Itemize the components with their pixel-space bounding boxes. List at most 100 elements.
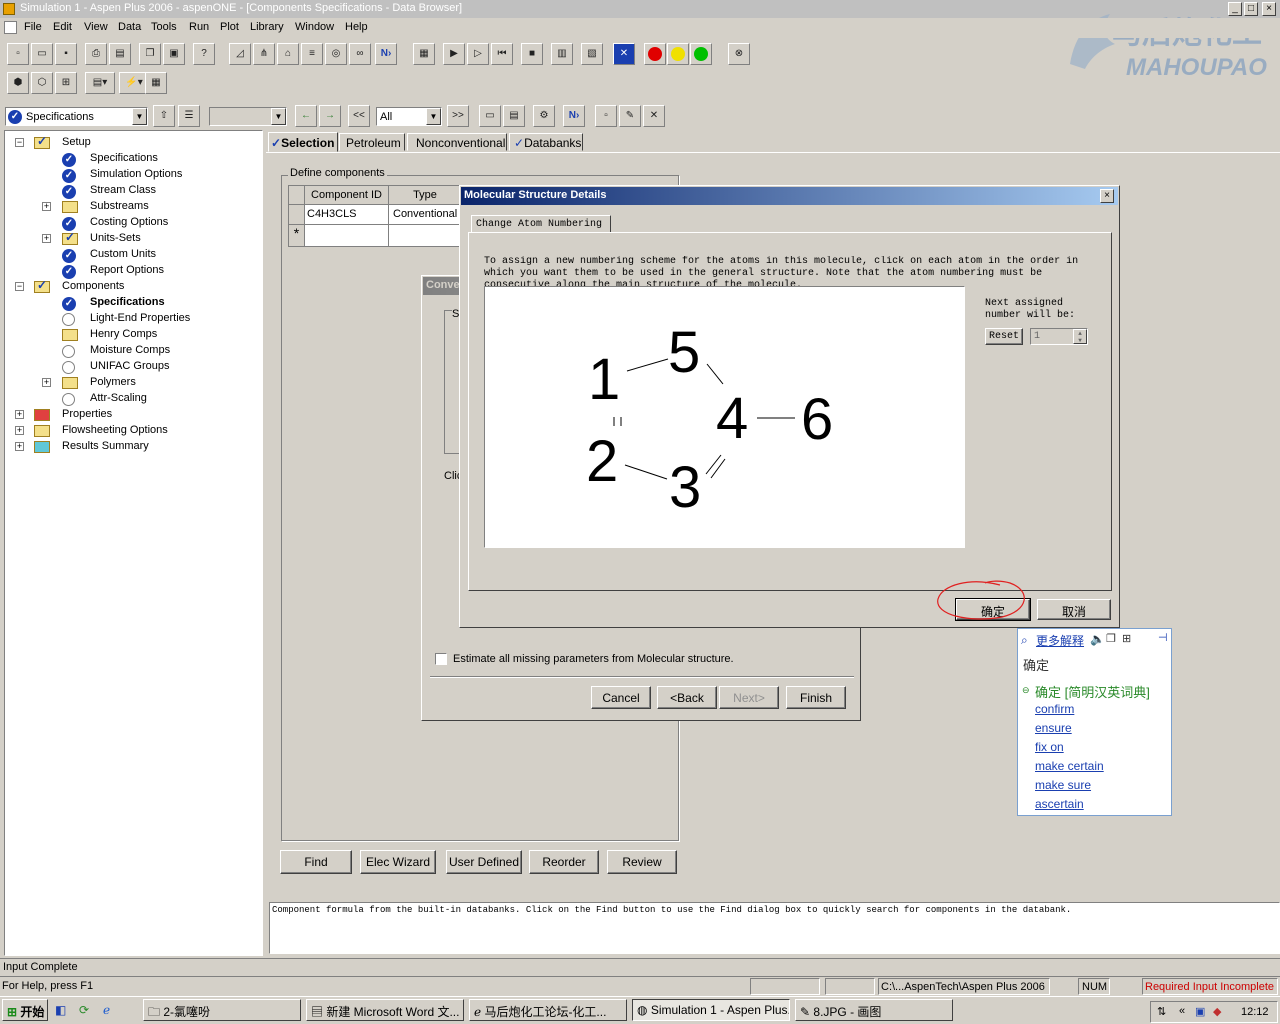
tree-item[interactable]: Attr-Scaling [90, 392, 147, 408]
expand-toggle-icon[interactable]: + [15, 426, 24, 435]
filter-select[interactable]: All ▼ [376, 107, 442, 126]
model-library-icon[interactable]: ⊗ [728, 43, 750, 65]
volume-icon[interactable]: ▣ [1195, 1005, 1205, 1018]
atom-2[interactable]: 2 [586, 433, 618, 491]
review-button[interactable]: Review [607, 850, 677, 874]
new-object-icon[interactable]: ▫ [595, 105, 617, 127]
expand-toggle-icon[interactable]: + [15, 442, 24, 451]
stop-icon[interactable]: ■ [521, 43, 543, 65]
atom-1[interactable]: 1 [588, 351, 620, 409]
task-paint[interactable]: ✎ 8.JPG - 画图 [795, 999, 953, 1021]
status-green-icon[interactable] [690, 43, 712, 65]
paste-icon[interactable]: ▣ [163, 43, 185, 65]
tree-item[interactable]: Costing Options [90, 216, 168, 232]
tree-item[interactable]: Properties [62, 408, 112, 424]
up-folder-icon[interactable]: ⇧ [153, 105, 175, 127]
atom-5[interactable]: 5 [668, 324, 700, 382]
next-required-icon[interactable]: N› [563, 105, 585, 127]
next-number-spinner[interactable]: 1 ▲ ▼ [1030, 328, 1088, 345]
tray-app-icon[interactable]: ◆ [1213, 1005, 1221, 1018]
tree-item[interactable]: Stream Class [90, 184, 156, 200]
expand-toggle-icon[interactable]: − [15, 282, 24, 291]
preview-icon[interactable]: ▤ [109, 43, 131, 65]
tree-item[interactable]: Flowsheeting Options [62, 424, 168, 440]
object-select[interactable]: ▼ [209, 107, 287, 126]
meaning-link[interactable]: confirm [1035, 702, 1074, 716]
menu-run[interactable]: Run [189, 21, 209, 33]
menu-data[interactable]: Data [118, 21, 141, 33]
wizard-next-button[interactable]: Next> [719, 686, 779, 709]
cell-type[interactable]: Conventional [389, 205, 461, 225]
menu-view[interactable]: View [84, 21, 108, 33]
estimate-checkbox[interactable] [435, 653, 447, 665]
layout-icon[interactable]: ▤▾ [85, 72, 115, 94]
network-icon[interactable]: ⇅ [1157, 1005, 1166, 1018]
start-button[interactable]: ⊞ 开始 [2, 999, 48, 1021]
chevron-down-icon[interactable]: ▼ [271, 108, 286, 125]
cell-new-id[interactable] [305, 225, 389, 246]
form-select[interactable]: ✓ Specifications ▼ [5, 107, 148, 126]
ie-icon[interactable]: ℯ [103, 1003, 110, 1017]
tree-item[interactable]: Report Options [90, 264, 164, 280]
step-icon[interactable]: ▷ [467, 43, 489, 65]
print-icon[interactable]: ⎙ [85, 43, 107, 65]
x-icon[interactable]: ✕ [613, 43, 635, 65]
menu-help[interactable]: Help [345, 21, 368, 33]
pin-icon[interactable]: ⊣ [1158, 631, 1168, 644]
data-browser-icon[interactable]: ▦ [413, 43, 435, 65]
meaning-link[interactable]: make certain [1035, 759, 1104, 773]
expand-toggle-icon[interactable]: + [42, 234, 51, 243]
status-icon[interactable]: ▤ [503, 105, 525, 127]
task-aspen[interactable]: ◍ Simulation 1 - Aspen Plus... [632, 999, 790, 1021]
cancel-button[interactable]: 取消 [1037, 599, 1111, 620]
task-browser[interactable]: ℯ 马后炮化工论坛-化工... [469, 999, 627, 1021]
tree-item[interactable]: Specifications [90, 152, 158, 168]
atom-6[interactable]: 6 [801, 391, 833, 449]
menu-window[interactable]: Window [295, 21, 334, 33]
tab-change-atom-numbering[interactable]: Change Atom Numbering [471, 215, 611, 233]
task-folder[interactable]: 🗀 2-氯噻吩 [143, 999, 301, 1021]
add-icon[interactable]: ⊞ [1122, 632, 1131, 645]
zoom-icon[interactable]: ⊞ [55, 72, 77, 94]
flow-icon[interactable]: ≡ [301, 43, 323, 65]
reinit-icon[interactable]: ⏮ [491, 43, 513, 65]
reset-button[interactable]: Reset [985, 328, 1023, 345]
reorder-button[interactable]: Reorder [529, 850, 599, 874]
tree-item[interactable]: Substreams [90, 200, 149, 216]
task-word[interactable]: ▤ 新建 Microsoft Word 文... [306, 999, 464, 1021]
desktop-icon[interactable]: ◧ [55, 1003, 66, 1017]
context-help-icon[interactable]: ? [193, 43, 215, 65]
tree-item[interactable]: Components [62, 280, 124, 296]
meaning-link[interactable]: ascertain [1035, 797, 1084, 811]
grid-icon[interactable]: ▦ [145, 72, 167, 94]
copy-icon[interactable]: ❐ [139, 43, 161, 65]
wizard-cancel-button[interactable]: Cancel [591, 686, 651, 709]
more-link[interactable]: 更多解释 [1036, 632, 1084, 649]
prev-form-button[interactable]: << [348, 105, 370, 127]
refresh-icon[interactable]: ⟳ [79, 1003, 89, 1017]
tree-item[interactable]: Light-End Properties [90, 312, 190, 328]
tree-item[interactable]: UNIFAC Groups [90, 360, 169, 376]
block-icon[interactable]: ⬡ [31, 72, 53, 94]
doc-icon[interactable] [4, 21, 17, 34]
tree-item[interactable]: Custom Units [90, 248, 156, 264]
tree-item[interactable]: Units-Sets [90, 232, 141, 248]
chevron-down-icon[interactable]: ▼ [426, 108, 441, 125]
tab-selection[interactable]: ✓Selection [268, 132, 338, 152]
elec-wizard-button[interactable]: Elec Wizard [360, 850, 436, 874]
control-panel-icon[interactable]: ▥ [551, 43, 573, 65]
wizard-back-button[interactable]: <Back [657, 686, 717, 709]
collapse-icon[interactable]: ⊖ [1022, 685, 1030, 696]
tree-item[interactable]: Results Summary [62, 440, 149, 456]
find-button[interactable]: Find [280, 850, 352, 874]
plot-icon[interactable]: ◿ [229, 43, 251, 65]
graph-icon[interactable]: ⋔ [253, 43, 275, 65]
tab-nonconventional[interactable]: Nonconventional [407, 133, 507, 151]
tree-item[interactable]: Polymers [90, 376, 136, 392]
status-red-icon[interactable] [644, 43, 666, 65]
menu-edit[interactable]: Edit [53, 21, 72, 33]
tree-toggle-icon[interactable]: ☰ [178, 105, 200, 127]
menu-library[interactable]: Library [250, 21, 284, 33]
search-icon[interactable]: ⌕ [1021, 633, 1028, 648]
edit-icon[interactable]: ✎ [619, 105, 641, 127]
